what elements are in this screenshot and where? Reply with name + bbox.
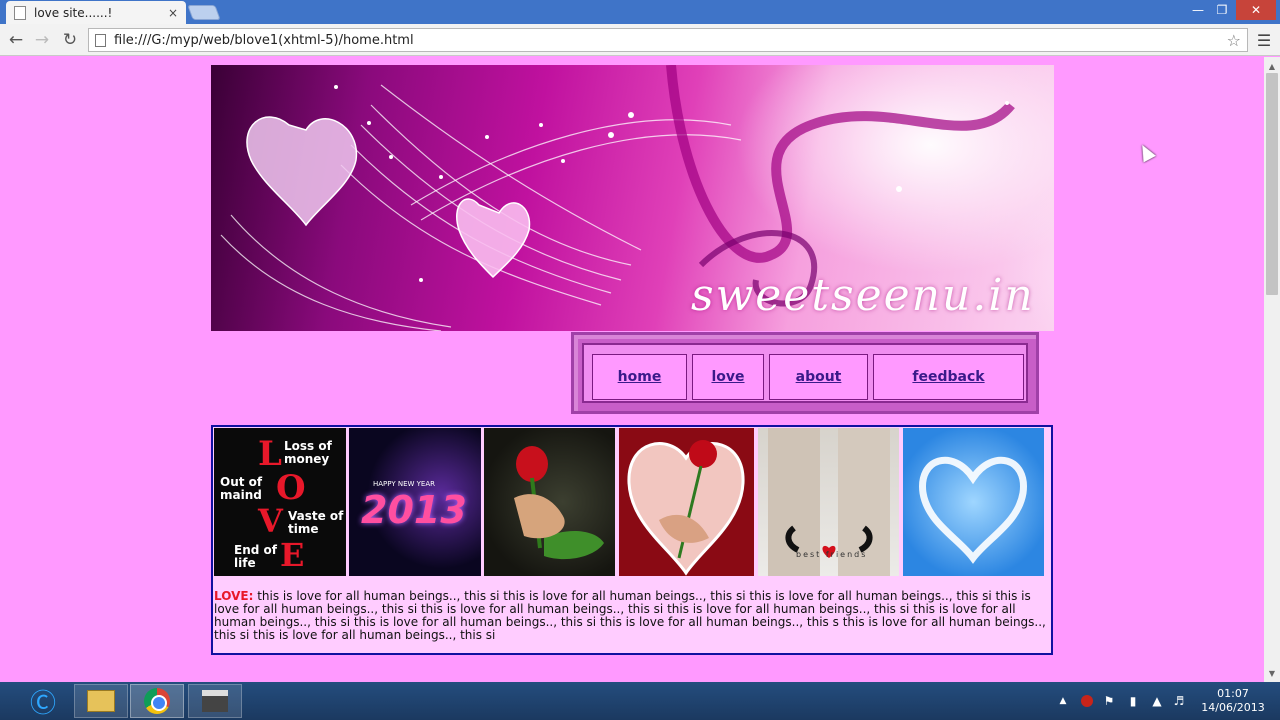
reload-icon: ↻ (62, 30, 78, 50)
reload-button[interactable]: ↻ (60, 30, 80, 50)
nav-link-home[interactable]: home (592, 354, 687, 400)
taskbar-file-explorer[interactable] (74, 684, 128, 718)
tray-power-icon[interactable]: ▮ (1124, 682, 1142, 720)
gallery-image-heart-rose (619, 428, 754, 576)
header-banner: sweetseenu.in (211, 65, 1054, 331)
main-nav: home love about feedback (571, 332, 1039, 414)
minimize-button[interactable]: — (1186, 0, 1210, 20)
arrow-left-icon: ← (8, 30, 24, 50)
browser-tab[interactable]: love site......! × (6, 1, 186, 24)
folder-icon (87, 690, 115, 712)
clock-date: 14/06/2013 (1201, 701, 1265, 714)
arrow-right-icon: → (34, 30, 50, 50)
address-bar[interactable]: file:///G:/myp/web/blove1(xhtml-5)/home.… (88, 28, 1248, 52)
tab-close-icon[interactable]: × (168, 6, 178, 20)
nav-link-about[interactable]: about (769, 354, 868, 400)
close-button[interactable]: ✕ (1236, 0, 1276, 20)
best-friends-text: best friends (796, 550, 868, 559)
phrase-end-of-life: End of life (234, 543, 277, 570)
star-icon[interactable]: ☆ (1227, 31, 1241, 50)
tray-flag-icon[interactable]: ⚑ (1100, 682, 1118, 720)
new-tab-button[interactable] (187, 5, 221, 20)
back-button[interactable]: ← (6, 30, 26, 50)
internet-explorer-icon: Ⓒ (29, 688, 56, 719)
love-letter-v: V (258, 502, 283, 540)
taskbar-chrome[interactable] (130, 684, 184, 718)
new-year-text: HAPPY NEW YEAR (373, 480, 435, 488)
banner-brand-text: sweetseenu.in (691, 270, 1035, 321)
taskbar-media-player[interactable] (188, 684, 242, 718)
tray-record-icon[interactable] (1078, 682, 1096, 720)
forward-button[interactable]: → (32, 30, 52, 50)
main-nav-inner: home love about feedback (582, 343, 1028, 403)
page-viewport: sweetseenu.in home love about feedback L… (0, 57, 1264, 682)
gallery-image-rose-hand (484, 428, 615, 576)
browser-toolbar: ← → ↻ file:///G:/myp/web/blove1(xhtml-5)… (0, 24, 1280, 56)
vertical-scrollbar[interactable]: ▲ ▼ (1264, 57, 1280, 682)
nav-link-love[interactable]: love (692, 354, 764, 400)
rose-hand-art (514, 446, 604, 560)
tray-volume-icon[interactable]: ♬ (1170, 682, 1188, 720)
window-titlebar: love site......! × — ❐ ✕ (0, 0, 1280, 24)
nav-link-feedback-label[interactable]: feedback (912, 369, 984, 385)
love-paragraph: LOVE: this is love for all human beings.… (214, 590, 1050, 642)
phrase-loss-of-money: Loss of money (284, 439, 332, 466)
gallery-image-best-friends: best friends (758, 428, 899, 576)
clock-time: 01:07 (1217, 687, 1249, 700)
phrase-out-of-maind: Out of maind (220, 475, 263, 502)
scroll-thumb[interactable] (1266, 73, 1278, 295)
scroll-down-icon[interactable]: ▼ (1264, 666, 1280, 680)
clapperboard-icon (202, 690, 228, 712)
gallery-image-love-words: L O V E Loss of money Out of maind Vaste… (214, 428, 346, 576)
phrase-vaste-of-time: Vaste of time (288, 509, 344, 536)
love-text: this is love for all human beings.., thi… (214, 589, 1046, 642)
tray-network-icon[interactable]: ▲ (1148, 682, 1166, 720)
nav-link-feedback[interactable]: feedback (873, 354, 1024, 400)
chrome-icon (144, 688, 170, 714)
heart-rose-art (627, 440, 745, 576)
scroll-up-icon[interactable]: ▲ (1264, 59, 1280, 73)
cloud-heart-art (919, 456, 1027, 564)
page-icon (14, 5, 26, 20)
menu-icon[interactable]: ☰ (1254, 30, 1274, 50)
content-box: L O V E Loss of money Out of maind Vaste… (211, 425, 1053, 655)
new-year-number: 2013 (361, 488, 467, 532)
nav-link-home-label[interactable]: home (618, 369, 662, 385)
gallery-image-cloud-heart (903, 428, 1044, 576)
maximize-button[interactable]: ❐ (1210, 0, 1234, 20)
page-icon (95, 33, 106, 47)
love-letter-e: E (280, 536, 305, 574)
url-text[interactable]: file:///G:/myp/web/blove1(xhtml-5)/home.… (114, 33, 1227, 48)
tab-title: love site......! (34, 5, 113, 20)
gallery-image-new-year: HAPPY NEW YEAR 2013 (349, 428, 481, 576)
nav-link-love-label[interactable]: love (711, 369, 744, 385)
tray-show-hidden-icon[interactable]: ▲ (1056, 682, 1070, 720)
taskbar-internet-explorer[interactable]: Ⓒ (16, 684, 70, 719)
taskbar: Ⓒ ▲ ⚑ ▮ ▲ ♬ 01:07 14/06/2013 (0, 682, 1280, 720)
taskbar-clock[interactable]: 01:07 14/06/2013 (1196, 687, 1270, 715)
nav-link-about-label[interactable]: about (796, 369, 842, 385)
love-label: LOVE: (214, 589, 254, 603)
